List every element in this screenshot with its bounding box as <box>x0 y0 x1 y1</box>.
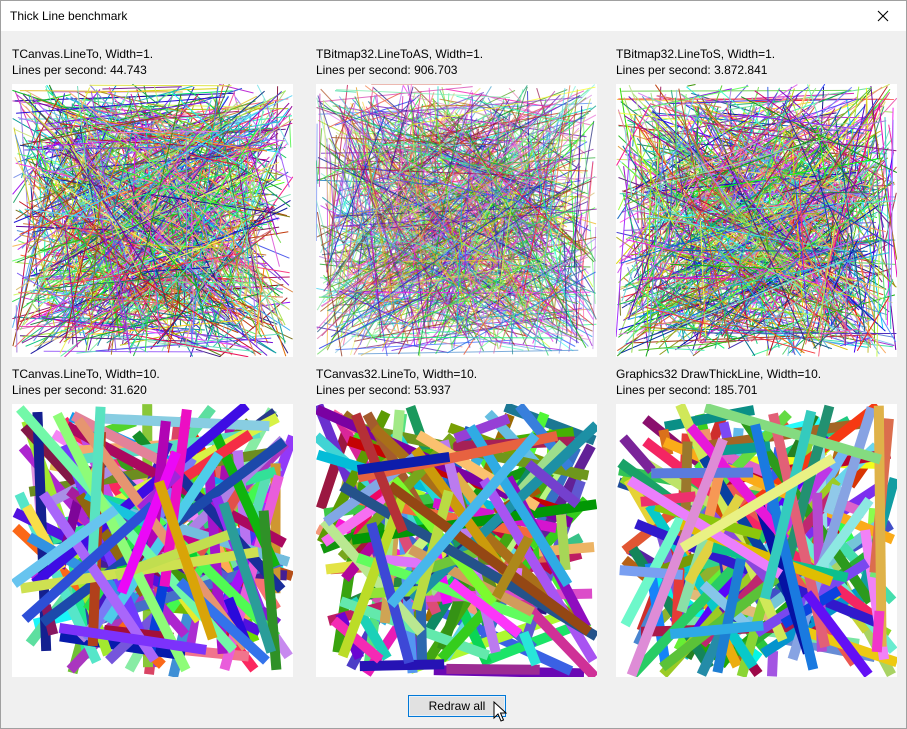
line-drawing <box>616 404 897 677</box>
random-line <box>334 90 357 93</box>
line-drawing <box>12 404 293 677</box>
random-line <box>185 131 188 285</box>
panel-title: Graphics32 DrawThickLine, Width=10. <box>616 367 822 381</box>
line-canvas <box>616 84 897 357</box>
benchmark-window: Thick Line benchmark TCanvas.LineTo, Wid… <box>0 0 907 729</box>
random-line <box>555 514 571 571</box>
line-canvas <box>12 84 293 357</box>
random-line <box>692 332 897 334</box>
panel-title: TCanvas32.LineTo, Width=10. <box>316 367 478 381</box>
line-drawing <box>316 404 597 677</box>
panel-title: TCanvas.LineTo, Width=10. <box>12 367 160 381</box>
panel-title: TBitmap32.LineToS, Width=1. <box>616 47 776 61</box>
panel-rate: Lines per second: 44.743 <box>12 63 147 77</box>
random-line <box>883 111 893 113</box>
random-line <box>359 659 445 672</box>
random-line <box>288 114 292 148</box>
random-line <box>319 86 473 103</box>
line-drawing <box>316 84 597 357</box>
panel-rate: Lines per second: 53.937 <box>316 383 451 397</box>
panel-title: TCanvas.LineTo, Width=1. <box>12 47 154 61</box>
close-icon <box>877 10 889 22</box>
panel-rate: Lines per second: 31.620 <box>12 383 147 397</box>
random-line <box>18 325 126 328</box>
random-line <box>89 84 232 87</box>
random-line <box>322 101 329 210</box>
window-title: Thick Line benchmark <box>10 9 128 23</box>
random-line <box>638 340 737 351</box>
random-line <box>621 89 852 92</box>
line-canvas <box>616 404 897 677</box>
random-line <box>358 349 579 355</box>
line-drawing <box>12 84 293 357</box>
random-line <box>446 663 540 675</box>
random-line <box>687 84 696 87</box>
line-canvas <box>316 404 597 677</box>
line-drawing <box>616 84 897 357</box>
random-line <box>316 123 318 242</box>
line-canvas <box>316 84 597 357</box>
random-line <box>767 650 779 677</box>
random-line <box>871 610 885 653</box>
redraw-all-button[interactable]: Redraw all <box>408 695 506 717</box>
panel-rate: Lines per second: 185.701 <box>616 383 758 397</box>
random-line <box>651 467 754 479</box>
title-bar: Thick Line benchmark <box>1 1 906 31</box>
panel-rate: Lines per second: 3.872.841 <box>616 63 768 77</box>
random-line <box>15 305 18 353</box>
panel-title: TBitmap32.LineToAS, Width=1. <box>316 47 484 61</box>
line-canvas <box>12 404 293 677</box>
panel-rate: Lines per second: 906.703 <box>316 63 458 77</box>
random-line <box>873 405 887 647</box>
close-button[interactable] <box>860 1 906 31</box>
